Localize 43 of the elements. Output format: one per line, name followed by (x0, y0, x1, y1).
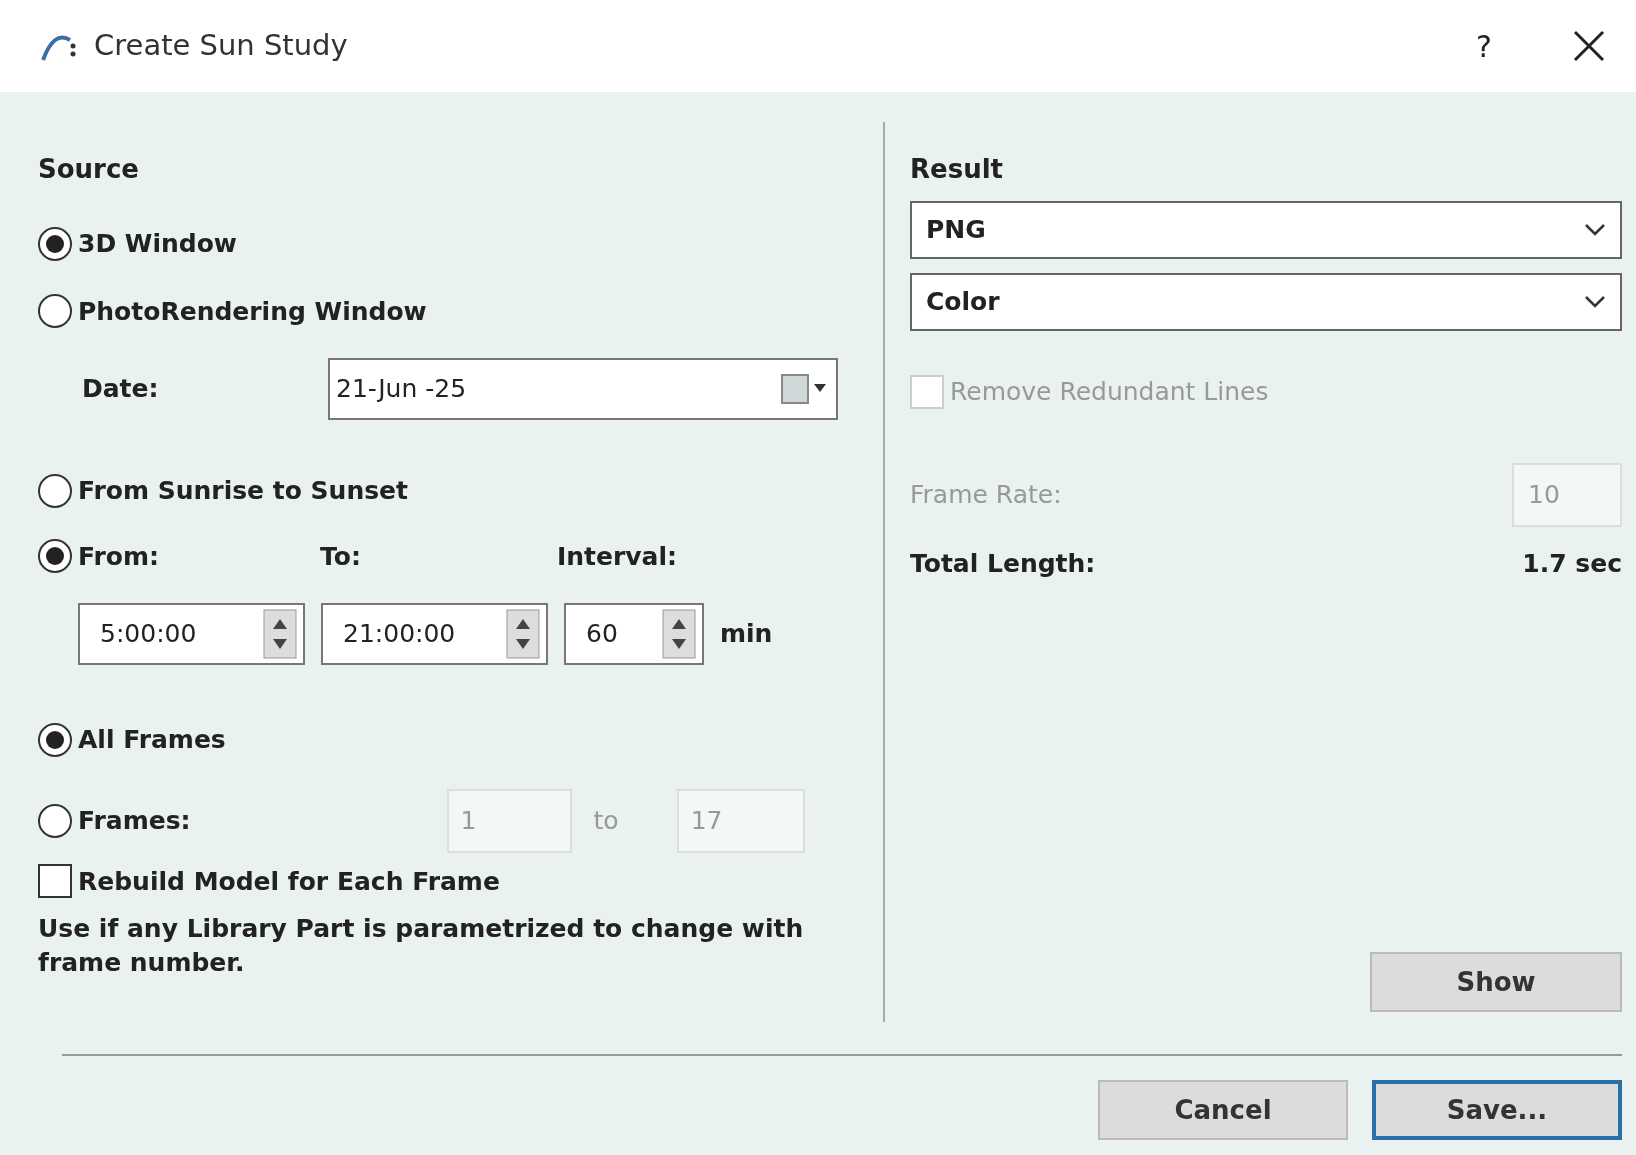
spinner-icon[interactable] (506, 609, 540, 659)
radio-button[interactable] (38, 803, 72, 838)
section-heading: Source (38, 153, 140, 186)
field-label: Date: (81, 373, 160, 406)
field-label: To: (320, 540, 361, 573)
radio-button[interactable] (38, 539, 72, 574)
radio-label: PhotoRendering Window (78, 295, 427, 328)
unit-label: min (720, 618, 773, 651)
spinner-icon[interactable] (662, 609, 696, 659)
dialog-button[interactable]: Save... (1372, 1080, 1622, 1140)
help-button[interactable]: ? (1476, 23, 1492, 69)
close-icon[interactable] (1572, 29, 1606, 63)
radio-label: From Sunrise to Sunset (78, 475, 408, 507)
time-field[interactable]: 5:00:00 (78, 603, 305, 665)
chevron-down-icon (1584, 295, 1606, 309)
help-note: Use if any Library Part is parametrized to change with frame number. (38, 913, 805, 979)
chevron-down-icon (1584, 223, 1606, 237)
section-heading: Result (910, 153, 1004, 186)
field-label: Interval: (556, 540, 677, 573)
radio-button[interactable] (38, 473, 72, 508)
interval-field[interactable]: 60 (564, 603, 704, 665)
radio-button[interactable] (38, 722, 72, 757)
field-label: to (593, 804, 619, 837)
show-button[interactable]: Show (1370, 952, 1622, 1012)
dropdown[interactable]: PNG (910, 201, 1622, 259)
field-label: Frame Rate: (910, 478, 1062, 511)
time-field[interactable]: 21:00:00 (321, 603, 548, 665)
radio-label: All Frames (78, 724, 226, 756)
date-field[interactable]: 21-Jun -25 (328, 358, 838, 420)
radio-button[interactable] (38, 294, 72, 329)
spinner-icon[interactable] (263, 609, 297, 659)
radio-label: Frames: (78, 804, 191, 837)
checkbox[interactable] (38, 864, 72, 899)
field-label: Total Length: (910, 547, 1096, 580)
window-title: Create Sun Study (94, 27, 348, 65)
checkbox-label: Remove Redundant Lines (950, 376, 1269, 408)
dialog-button[interactable]: Cancel (1098, 1080, 1348, 1140)
radio-button[interactable] (38, 226, 72, 261)
dropdown[interactable]: Color (910, 273, 1622, 331)
radio-label: 3D Window (78, 228, 237, 260)
checkbox-label: Rebuild Model for Each Frame (78, 865, 500, 898)
radio-label: From: (78, 540, 160, 573)
total-length-value: 1.7 sec (1522, 547, 1622, 580)
